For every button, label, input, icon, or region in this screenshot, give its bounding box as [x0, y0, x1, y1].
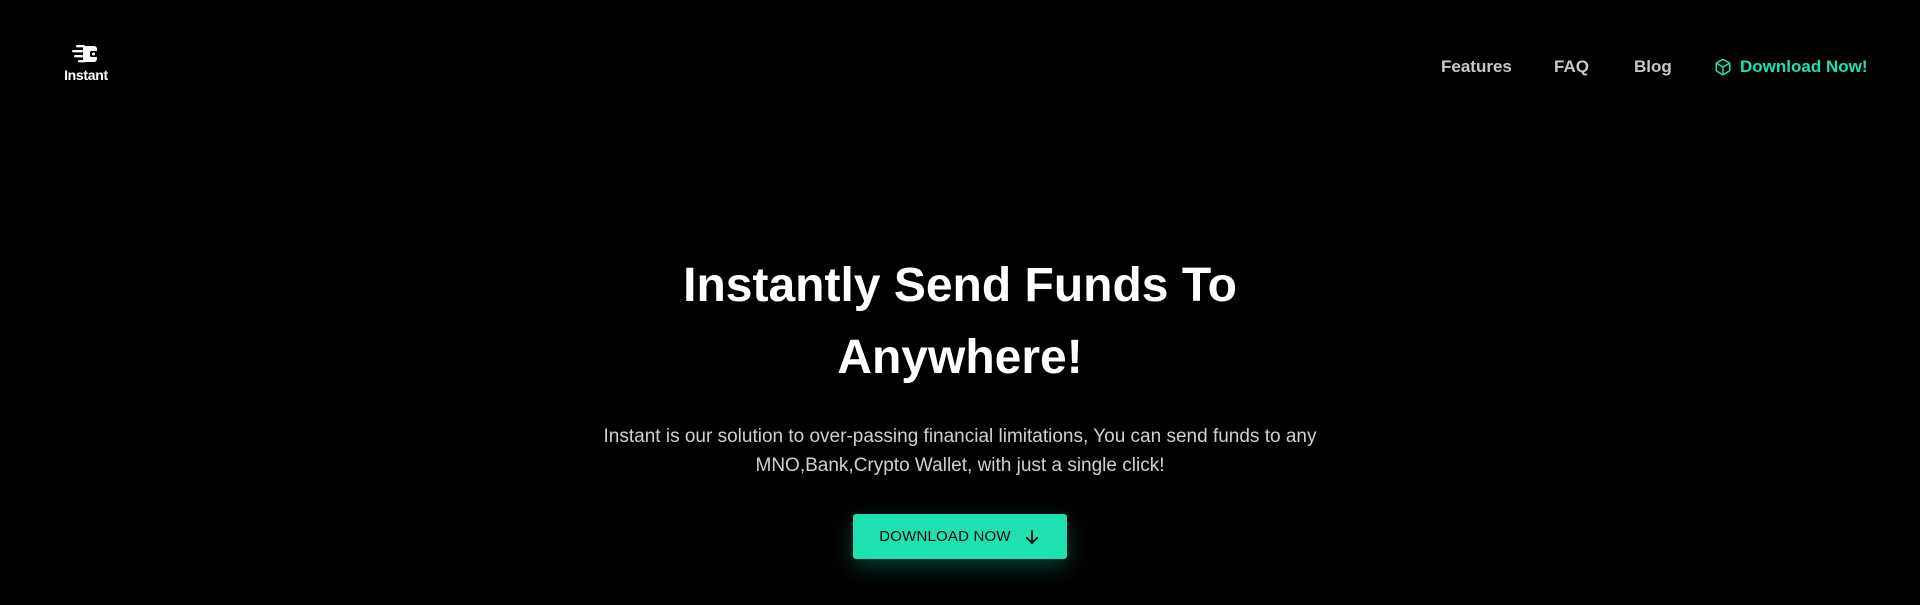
- nav-link-blog[interactable]: Blog: [1634, 55, 1672, 79]
- hero-title: Instantly Send Funds To Anywhere!: [683, 259, 1237, 384]
- nav-link-features[interactable]: Features: [1441, 55, 1512, 79]
- download-now-label: DOWNLOAD NOW: [879, 528, 1011, 545]
- hero-section: Instantly Send Funds To Anywhere! Instan…: [0, 250, 1920, 559]
- nav-download-label: Download Now!: [1740, 57, 1868, 76]
- nav-download-link[interactable]: Download Now!: [1714, 55, 1867, 79]
- box-icon: [1714, 58, 1732, 76]
- hero-subtitle: Instant is our solution to over-passing …: [603, 426, 1317, 476]
- site-header: Instant Features FAQ Blog Download Now!: [0, 0, 1920, 135]
- logo[interactable]: Instant: [62, 42, 110, 86]
- logo-text: Instant: [64, 67, 108, 83]
- arrow-down-icon: [1023, 528, 1041, 546]
- nav-link-faq[interactable]: FAQ: [1554, 55, 1589, 79]
- wallet-send-icon: [70, 42, 102, 66]
- download-now-button[interactable]: DOWNLOAD NOW: [853, 514, 1067, 559]
- landing-page: Instant Features FAQ Blog Download Now! …: [0, 0, 1920, 605]
